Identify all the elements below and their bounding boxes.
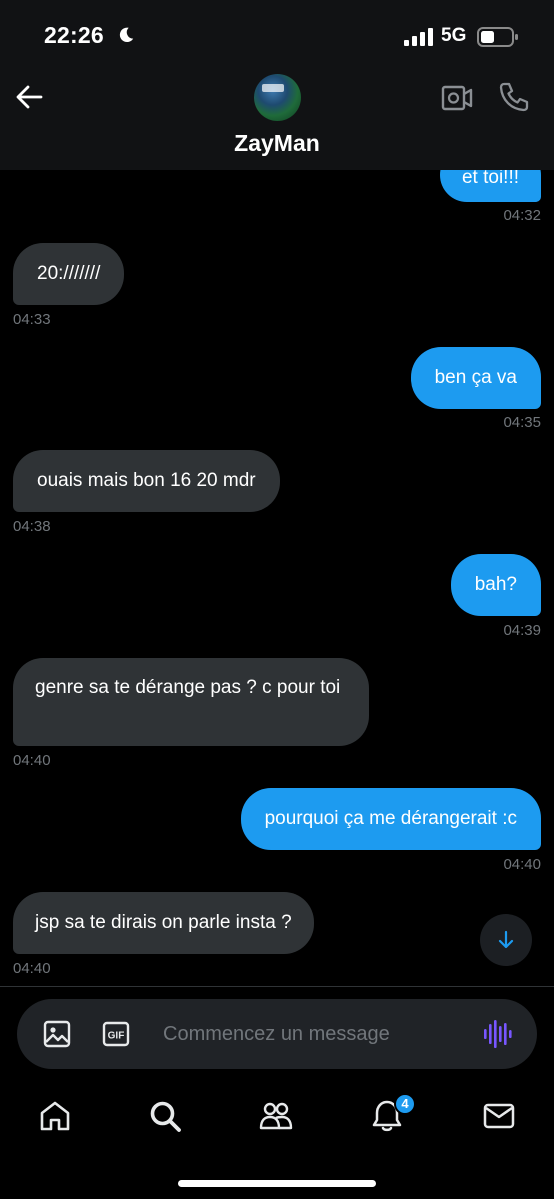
message-bubble-incoming[interactable]: genre sa te dérange pas ? c pour toi bbox=[13, 658, 369, 746]
notifications-badge: 4 bbox=[394, 1093, 416, 1115]
contact-name[interactable]: ZayMan bbox=[0, 130, 554, 157]
message-timestamp: 04:35 bbox=[503, 414, 541, 431]
conversation-header: ZayMan bbox=[0, 66, 554, 170]
message-timestamp: 04:40 bbox=[503, 856, 541, 873]
message-bubble-incoming[interactable]: jsp sa te dirais on parle insta ? bbox=[13, 892, 314, 954]
message-composer: GIF bbox=[17, 999, 537, 1069]
status-time: 22:26 bbox=[44, 22, 104, 48]
message-bubble-incoming[interactable]: ouais mais bon 16 20 mdr bbox=[13, 450, 280, 512]
message-timestamp: 04:40 bbox=[13, 752, 51, 769]
message-input[interactable] bbox=[163, 1019, 463, 1049]
moon-icon bbox=[119, 27, 134, 43]
back-arrow-icon[interactable] bbox=[14, 82, 44, 112]
search-icon[interactable] bbox=[148, 1099, 182, 1133]
video-call-icon[interactable] bbox=[441, 84, 473, 112]
message-bubble-outgoing[interactable]: ben ça va bbox=[410, 347, 541, 409]
message-bubble-outgoing[interactable]: bah? bbox=[450, 554, 541, 616]
message-bubble-outgoing[interactable]: et toi!!! bbox=[439, 170, 541, 202]
image-icon[interactable] bbox=[43, 1020, 71, 1048]
status-bar: 22:26 5G bbox=[0, 0, 554, 66]
phone-icon[interactable] bbox=[498, 81, 530, 113]
message-timestamp: 04:40 bbox=[13, 960, 51, 977]
scroll-to-bottom-button[interactable] bbox=[480, 914, 532, 966]
avatar[interactable] bbox=[254, 74, 301, 121]
home-indicator[interactable] bbox=[178, 1180, 376, 1187]
signal-icon bbox=[404, 28, 433, 46]
message-bubble-outgoing[interactable]: pourquoi ça me dérangerait :c bbox=[240, 788, 541, 850]
message-timestamp: 04:32 bbox=[503, 207, 541, 224]
home-icon[interactable] bbox=[38, 1099, 72, 1133]
message-timestamp: 04:39 bbox=[503, 622, 541, 639]
voice-message-icon[interactable] bbox=[482, 1019, 512, 1049]
message-bubble-incoming[interactable]: 20://///// bbox=[13, 243, 125, 305]
network-label: 5G bbox=[441, 25, 467, 46]
battery-icon bbox=[477, 27, 518, 47]
gif-label: GIF bbox=[108, 1031, 125, 1042]
message-timestamp: 04:38 bbox=[13, 518, 51, 535]
message-timestamp: 04:33 bbox=[13, 311, 51, 328]
communities-icon[interactable] bbox=[259, 1099, 293, 1133]
message-list[interactable]: et toi!!! 04:32 20://///// 04:33 ben ça … bbox=[0, 170, 554, 986]
messages-icon[interactable] bbox=[482, 1099, 516, 1133]
divider bbox=[0, 986, 554, 987]
gif-icon[interactable]: GIF bbox=[102, 1020, 130, 1048]
arrow-down-icon bbox=[498, 930, 514, 949]
